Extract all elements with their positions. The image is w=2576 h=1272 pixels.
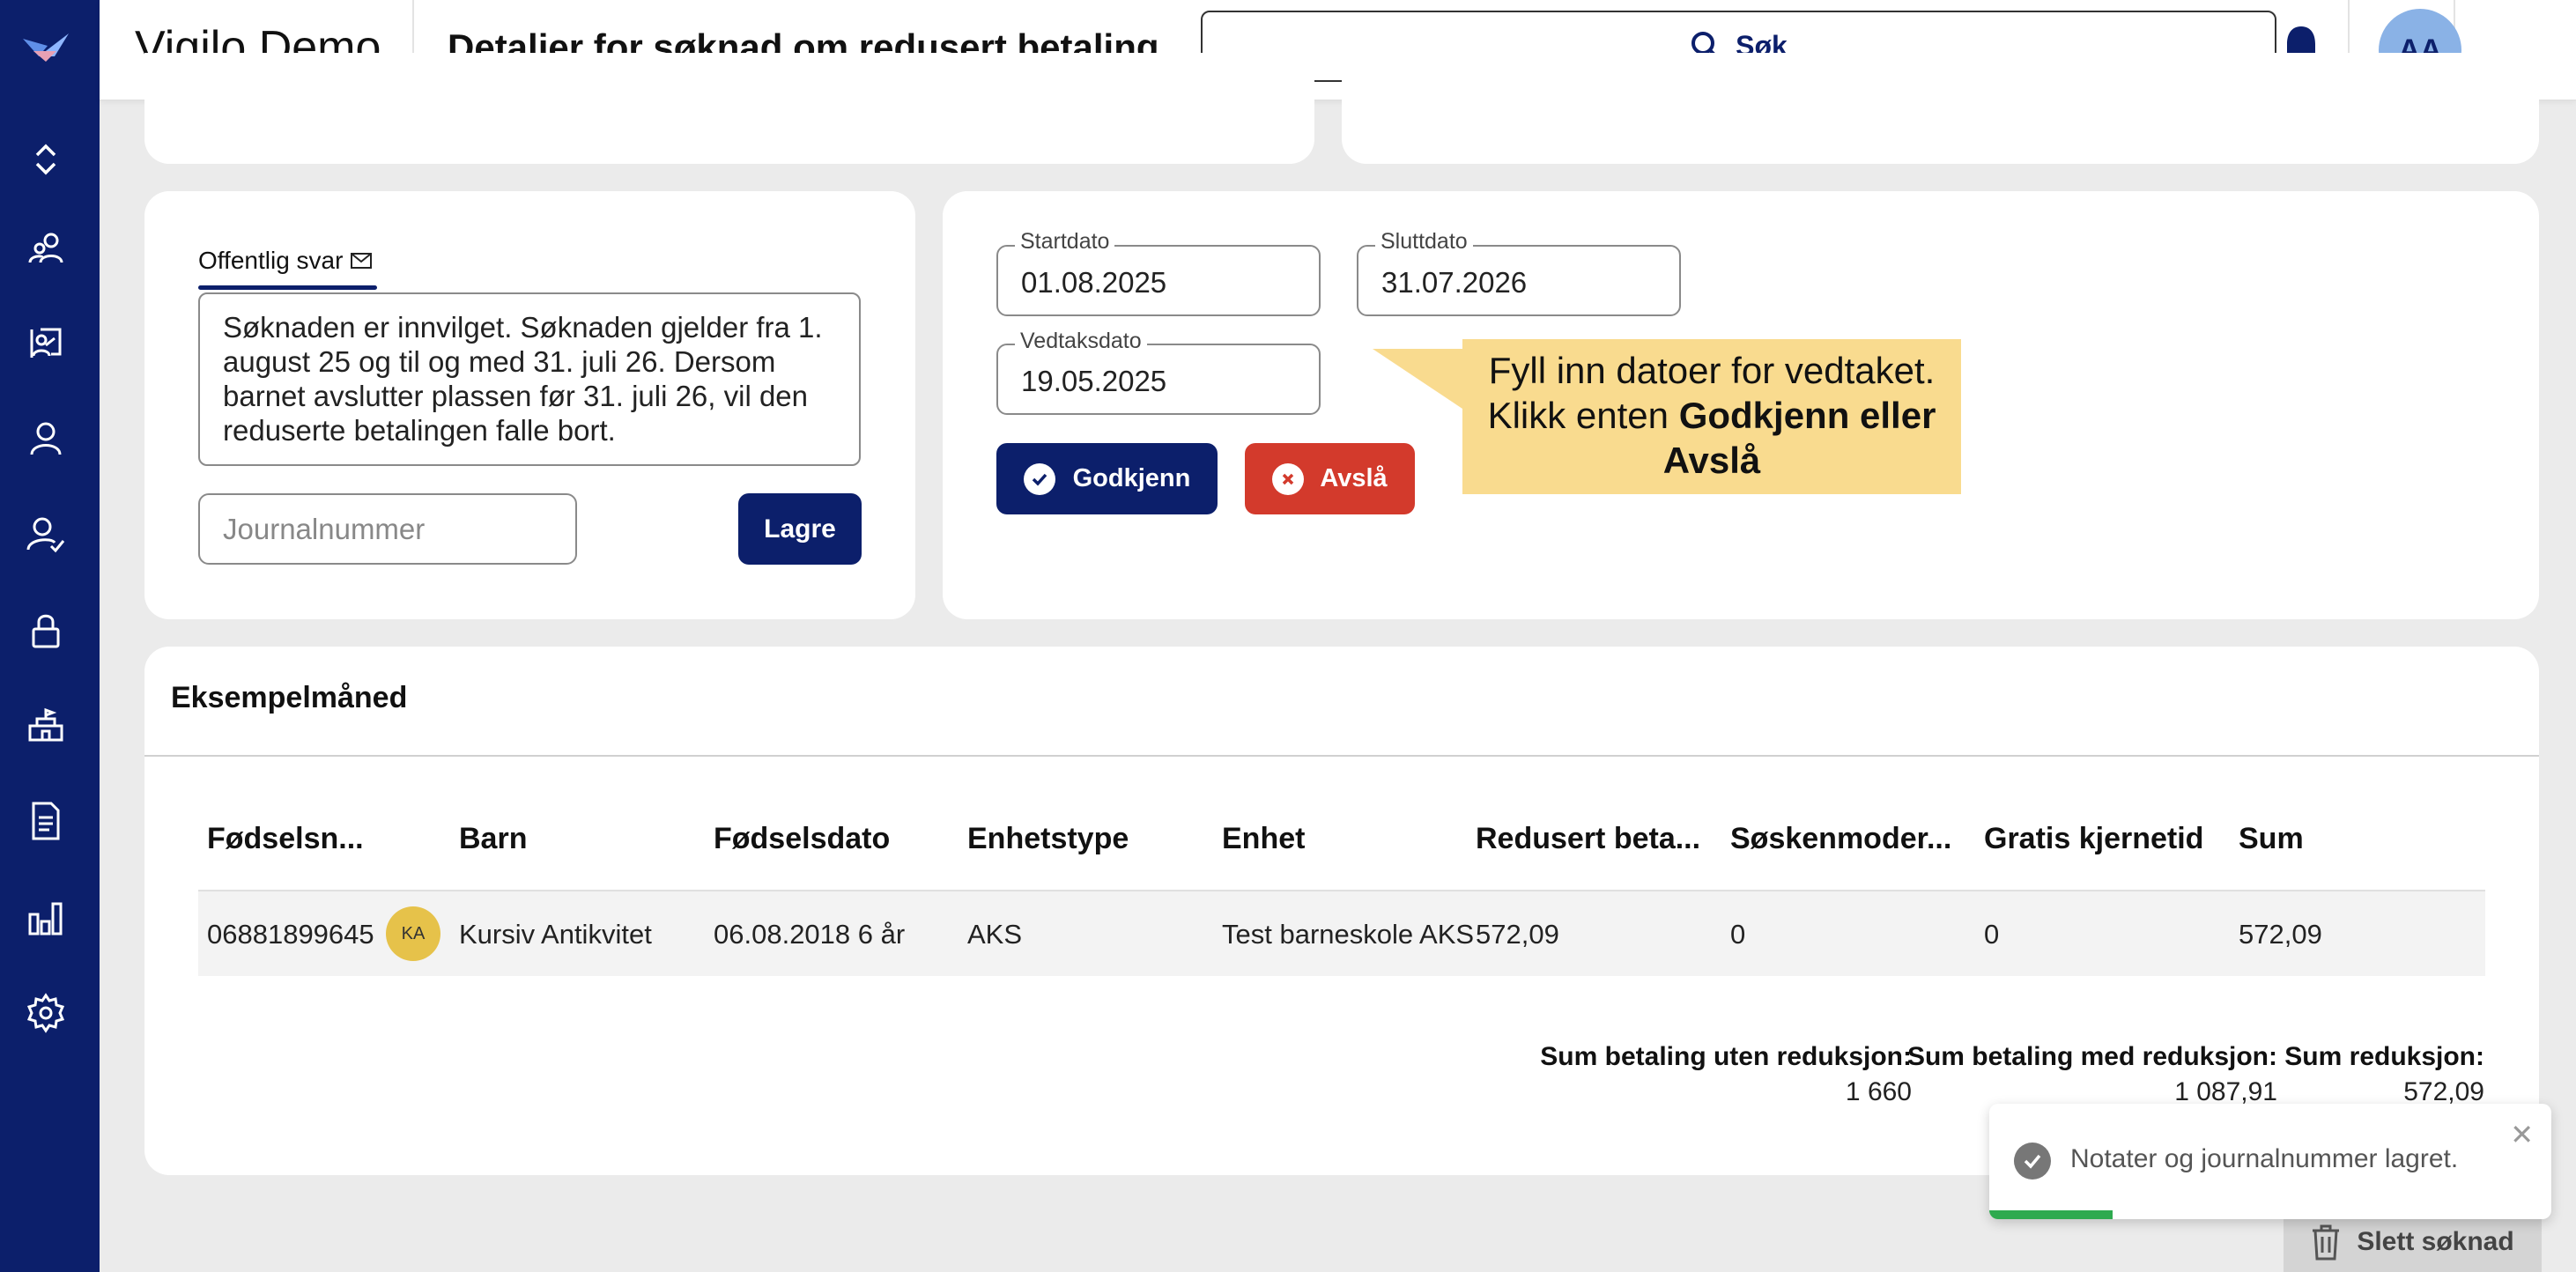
users-group-icon[interactable]	[19, 222, 72, 275]
envelope-icon	[351, 253, 373, 269]
gear-icon[interactable]	[19, 987, 72, 1039]
tab-underline	[198, 285, 377, 290]
hint-tooltip: Fyll inn datoer for vedtaket. Klikk ente…	[1462, 339, 1961, 494]
save-button[interactable]: Lagre	[738, 493, 862, 565]
column-header[interactable]: Barn	[459, 822, 527, 856]
cell-unit-type: AKS	[967, 919, 1023, 950]
sum-without-label: Sum betaling uten reduksjon:	[1540, 1042, 1912, 1071]
trash-icon	[2313, 1224, 2340, 1261]
cell-sibling: 0	[1730, 919, 1746, 950]
reject-label: Avslå	[1320, 464, 1388, 492]
column-header[interactable]: Enhetstype	[967, 822, 1129, 856]
toast-message: Notater og journalnummer lagret.	[2070, 1144, 2459, 1173]
vigilo-logo-icon[interactable]	[19, 26, 72, 67]
bar-chart-icon[interactable]	[19, 891, 72, 944]
column-header[interactable]: Sum	[2239, 822, 2304, 856]
decision-date-field[interactable]: 19.05.2025	[996, 344, 1321, 415]
end-date-field[interactable]: 31.07.2026	[1357, 245, 1681, 316]
journal-number-input[interactable]: Journalnummer	[198, 493, 577, 565]
person-icon[interactable]	[19, 412, 72, 465]
sum-with-label: Sum betaling med reduksjon:	[1906, 1042, 2277, 1071]
column-header[interactable]: Fødselsdato	[714, 822, 890, 856]
cell-reduced: 572,09	[1476, 919, 1559, 950]
toast-progress-bar	[1989, 1210, 2113, 1219]
sum-reduction-value: 572,09	[2403, 1077, 2484, 1106]
section-divider	[144, 755, 2539, 757]
end-date-label: Sluttdato	[1375, 229, 1473, 255]
hint-line-2-prefix: Klikk enten	[1487, 395, 1679, 436]
lock-icon[interactable]	[19, 604, 72, 657]
hint-arrow	[1373, 349, 1465, 410]
sum-without-value: 1 660	[1845, 1077, 1912, 1106]
presentation-user-icon[interactable]	[19, 317, 72, 370]
section-title: Eksempelmåned	[171, 681, 408, 714]
card-top-right	[1342, 53, 2539, 164]
collapse-expand-icon[interactable]	[19, 132, 72, 185]
cell-child: Kursiv Antikvitet	[459, 919, 652, 950]
start-date-field[interactable]: 01.08.2025	[996, 245, 1321, 316]
decision-date-label: Vedtaksdato	[1015, 329, 1147, 354]
delete-label: Slett søknad	[2357, 1227, 2514, 1256]
reject-button[interactable]: Avslå	[1245, 443, 1415, 514]
column-header[interactable]: Redusert beta...	[1476, 822, 1700, 856]
cell-unit: Test barneskole AKS	[1222, 919, 1475, 950]
sum-reduction-label: Sum reduksjon:	[2284, 1042, 2484, 1071]
hint-line-2: Klikk enten Godkjenn eller Avslå	[1480, 393, 1943, 483]
check-circle-icon	[2014, 1143, 2051, 1180]
public-answer-textarea[interactable]: Søknaden er innvilget. Søknaden gjelder …	[198, 292, 861, 466]
column-header[interactable]: Fødselsn...	[207, 822, 364, 856]
delete-application-button[interactable]: Slett søknad	[2284, 1212, 2542, 1272]
check-circle-icon	[1023, 462, 1055, 495]
column-header[interactable]: Enhet	[1222, 822, 1305, 856]
tab-public-answer[interactable]: Offentlig svar	[198, 247, 373, 275]
approve-label: Godkjenn	[1072, 464, 1191, 492]
hint-line-2-bold: Godkjenn eller Avslå	[1662, 395, 1936, 481]
child-avatar: KA	[386, 906, 440, 961]
school-building-icon[interactable]	[19, 699, 72, 752]
column-header[interactable]: Søskenmoder...	[1730, 822, 1951, 856]
close-icon[interactable]: ✕	[2510, 1118, 2534, 1151]
card-top-left	[144, 53, 1314, 164]
cell-free-core: 0	[1984, 919, 2000, 950]
x-circle-icon	[1272, 462, 1305, 495]
hint-line-1: Fyll inn datoer for vedtaket.	[1488, 350, 1936, 391]
column-header[interactable]: Gratis kjernetid	[1984, 822, 2203, 856]
sum-with-value: 1 087,91	[2174, 1077, 2277, 1106]
toast-notification: Notater og journalnummer lagret. ✕	[1989, 1104, 2551, 1219]
cell-birthdate: 06.08.2018 6 år	[714, 919, 906, 950]
cell-sum: 572,09	[2239, 919, 2322, 950]
cell-ssn: 06881899645	[207, 919, 374, 950]
start-date-label: Startdato	[1015, 229, 1115, 255]
sidebar	[0, 0, 100, 1272]
approve-button[interactable]: Godkjenn	[996, 443, 1218, 514]
person-check-icon[interactable]	[19, 507, 72, 560]
tab-public-answer-label: Offentlig svar	[198, 247, 344, 274]
document-icon[interactable]	[19, 795, 72, 847]
